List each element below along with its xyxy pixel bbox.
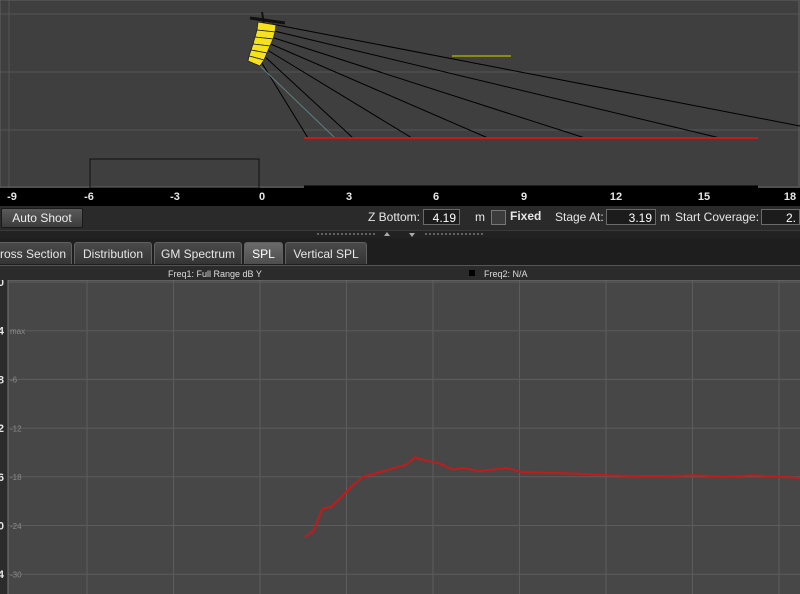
x-tick: 18 [783, 191, 797, 203]
x-tick: 12 [609, 191, 623, 203]
y-inner-label: -6 [10, 376, 18, 385]
x-tick: -3 [170, 191, 180, 203]
collapse-down-arrow-icon [409, 233, 415, 237]
stage-at-label: Stage At: [555, 210, 604, 224]
auto-shoot-button[interactable]: Auto Shoot [1, 208, 83, 228]
stage-at-input[interactable]: 3.19 [606, 209, 656, 225]
x-tick: -9 [7, 191, 17, 203]
y-tick-label: 8 [0, 374, 4, 386]
freq1-legend: Freq1: Full Range dB Y [168, 269, 262, 279]
freq2-legend: Freq2: N/A [484, 269, 528, 279]
x-tick: -6 [84, 191, 94, 203]
z-bottom-label: Z Bottom: [368, 210, 421, 224]
tab-distribution[interactable]: Distribution [74, 242, 152, 264]
tab-spl[interactable]: SPL [244, 242, 283, 264]
x-tick: 0 [258, 191, 266, 203]
cross-section-view[interactable] [0, 0, 800, 188]
tab-cross-section[interactable]: ross Section [0, 242, 72, 264]
start-coverage-label: Start Coverage: [675, 210, 760, 224]
stage-at-unit: m [660, 210, 670, 224]
y-tick-label: 0 [0, 280, 4, 289]
fixed-checkbox[interactable] [491, 210, 506, 225]
z-bottom-unit: m [475, 210, 485, 224]
collapse-up-arrow-icon [384, 232, 390, 236]
z-bottom-input[interactable]: 4.19 [423, 209, 460, 225]
x-tick: 9 [520, 191, 528, 203]
y-tick-label: 0 [0, 521, 4, 533]
tab-vertical-spl[interactable]: Vertical SPL [285, 242, 367, 264]
freq2-swatch [469, 270, 475, 276]
x-tick: 6 [432, 191, 440, 203]
tab-gm-spectrum[interactable]: GM Spectrum [154, 242, 242, 264]
controls-bar: Auto Shoot Z Bottom: 4.19 m Fixed Stage … [0, 206, 800, 230]
tab-bar: ross Section Distribution GM Spectrum SP… [0, 238, 800, 266]
spl-chart[interactable]: 0482604 max-6-12-18-24-30 [0, 280, 800, 594]
y-tick-label: 6 [0, 472, 4, 484]
y-inner-label: -12 [10, 424, 22, 433]
y-tick-label: 2 [0, 423, 4, 435]
x-tick: 15 [697, 191, 711, 203]
x-axis: -9 -6 -3 0 3 6 9 12 15 18 [0, 188, 800, 206]
frequency-legend: Freq1: Full Range dB Y Freq2: N/A [0, 266, 800, 280]
y-inner-label: -30 [10, 571, 22, 580]
y-inner-label: -24 [10, 522, 22, 531]
y-inner-label: max [10, 327, 25, 336]
fixed-label: Fixed [510, 209, 542, 223]
x-tick: 3 [345, 191, 353, 203]
y-inner-label: -18 [10, 473, 22, 482]
start-coverage-input[interactable]: 2. [761, 209, 800, 225]
